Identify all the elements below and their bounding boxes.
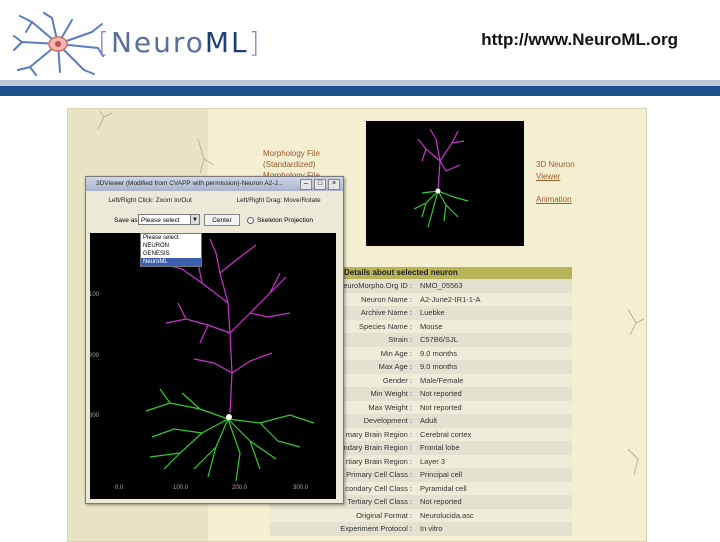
details-value: Male/Female [420, 375, 464, 385]
details-value: Adult [420, 416, 438, 425]
details-value: In vitro [420, 524, 443, 533]
details-value: Not reported [420, 389, 462, 398]
format-option[interactable]: Please select [141, 234, 201, 242]
center-button[interactable]: Center [204, 214, 240, 226]
viewer-x-axis: 0.0 100.0 200.0 300.0 [89, 485, 339, 497]
details-row: Original Format : Neurolucida.asc [270, 508, 572, 522]
details-value: Principal cell [420, 470, 463, 479]
details-row: Experiment Protocol : In vitro [270, 522, 572, 536]
move-instruction: Left/Right Drag: Move/Rotate [236, 197, 321, 204]
header-divider [0, 86, 720, 96]
x-tick-label: 300.0 [293, 485, 309, 491]
details-value: Luebke [420, 308, 445, 317]
details-value: NMO_05563 [420, 281, 463, 290]
y-tick-label: 100 [89, 292, 100, 298]
window-controls: – □ × [300, 179, 340, 190]
format-option[interactable]: NEURON [141, 242, 201, 250]
soma [226, 414, 232, 420]
details-value: Layer 3 [420, 456, 446, 466]
skeleton-projection-label: Skeleton Projection [257, 217, 314, 224]
details-value: Not reported [420, 402, 462, 412]
viewer-instructions: Left/Right Click: Zoom In/Out Left/Right… [86, 191, 343, 211]
standardized-label: (Standardized) [263, 160, 316, 169]
site-url[interactable]: http://www.NeuroML.org [481, 30, 678, 50]
neuroml-logo-text: [NeuroML] [98, 26, 262, 59]
format-dropdown-list[interactable]: Please select NEURON GENESIS NeuroML [140, 233, 202, 267]
viewer-controls: Save as: Please select ▼ Center Skeleton… [86, 211, 343, 231]
details-value: 9.0 months [420, 362, 458, 371]
format-option[interactable]: NeuroML [141, 258, 201, 266]
close-icon[interactable]: × [328, 179, 340, 190]
format-option[interactable]: GENESIS [141, 250, 201, 258]
zoom-instruction: Left/Right Click: Zoom In/Out [108, 197, 192, 204]
details-key: Original Format : [356, 510, 412, 520]
details-value: A2-June2-IR1-1-A [420, 294, 481, 304]
neuron-3d-plot[interactable] [90, 233, 336, 499]
y-tick-label: 300 [89, 413, 100, 419]
x-tick-label: 100.0 [173, 485, 189, 491]
morphology-file-link[interactable]: Morphology File [263, 149, 320, 158]
x-tick-label: 200.0 [232, 485, 248, 491]
viewer-y-axis: 100 200 300 [89, 232, 99, 502]
viewer-link[interactable]: Viewer [536, 172, 560, 181]
3d-neuron-link[interactable]: 3D Neuron [536, 160, 575, 169]
save-as-label: Save as: [114, 217, 140, 224]
details-key: Experiment Protocol : [340, 524, 412, 533]
details-value: Frontal lobe [420, 443, 460, 452]
details-value: Mouse [420, 321, 443, 331]
details-value: Cerebral cortex [420, 429, 472, 439]
y-tick-label: 200 [89, 353, 100, 359]
details-value: C57B6/SJL [420, 335, 458, 344]
details-value: Pyramidal cell [420, 483, 467, 493]
neuron-logo-icon [13, 12, 104, 76]
animation-link[interactable]: Animation [536, 195, 572, 204]
x-tick-label: 0.0 [115, 485, 124, 491]
maximize-icon[interactable]: □ [314, 179, 326, 190]
details-value: Neurolucida.asc [420, 510, 474, 520]
neuron-thumbnail[interactable] [366, 121, 524, 246]
3d-viewer-window[interactable]: 3DViewer (Modified from CVAPP with permi… [85, 176, 344, 504]
details-value: 9.0 months [420, 348, 458, 358]
skeleton-radio[interactable] [247, 217, 254, 224]
chevron-down-icon[interactable]: ▼ [190, 214, 200, 225]
header: [NeuroML] http://www.NeuroML.org [0, 0, 720, 82]
minimize-icon[interactable]: – [300, 179, 312, 190]
details-value: Not reported [420, 497, 462, 506]
